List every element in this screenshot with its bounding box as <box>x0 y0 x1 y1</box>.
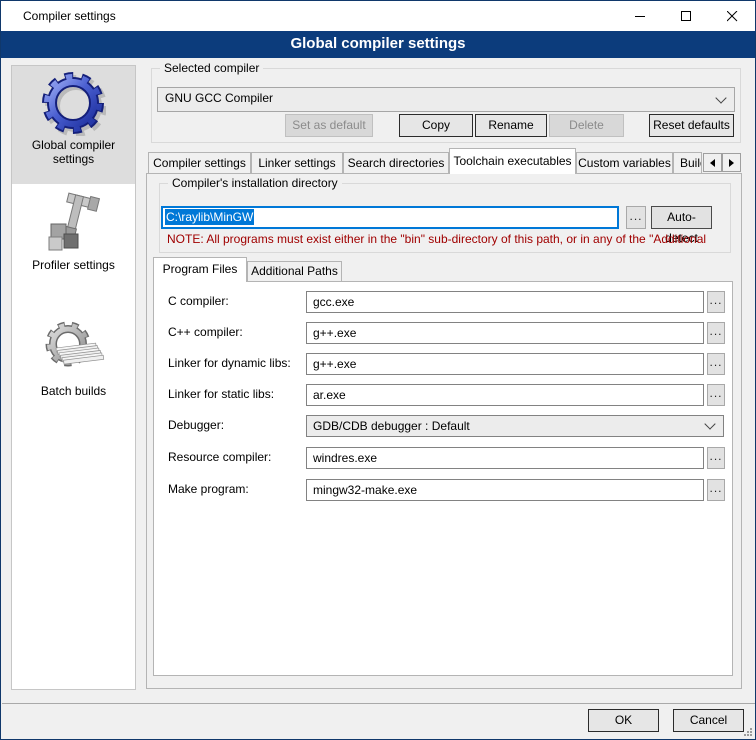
cpp-compiler-browse-button[interactable]: ... <box>707 322 725 344</box>
debugger-select-value: GDB/CDB debugger : Default <box>313 419 470 433</box>
tab-build-options[interactable]: Build options <box>673 152 702 173</box>
compiler-select[interactable]: GNU GCC Compiler <box>157 87 735 112</box>
close-icon <box>727 11 738 22</box>
resource-compiler-browse-button[interactable]: ... <box>707 447 725 469</box>
set-as-default-button[interactable]: Set as default <box>285 114 373 137</box>
installation-directory-group-label: Compiler's installation directory <box>168 176 342 190</box>
title-bar[interactable]: Compiler settings <box>1 1 755 31</box>
minimize-button[interactable] <box>617 1 663 31</box>
compiler-select-value: GNU GCC Compiler <box>165 91 273 105</box>
dynamic-linker-browse-button[interactable]: ... <box>707 353 725 375</box>
static-linker-browse-button[interactable]: ... <box>707 384 725 406</box>
form-row-c-compiler: C compiler: gcc.exe ... <box>154 291 732 314</box>
program-files-panel: C compiler: gcc.exe ... C++ compiler: g+… <box>153 281 733 676</box>
field-label: C compiler: <box>168 294 229 308</box>
installation-directory-input[interactable]: C:\raylib\MinGW <box>161 206 619 229</box>
copy-button[interactable]: Copy <box>399 114 473 137</box>
tab-custom-variables[interactable]: Custom variables <box>576 152 673 173</box>
sidebar-item-global-compiler-settings[interactable]: Global compiler settings <box>12 66 135 184</box>
sidebar-item-batch-builds[interactable]: Batch builds <box>12 314 135 414</box>
footer-divider <box>2 703 756 704</box>
field-label: C++ compiler: <box>168 325 243 339</box>
field-label: Resource compiler: <box>168 450 271 464</box>
reset-defaults-button[interactable]: Reset defaults <box>649 114 734 137</box>
browse-directory-button[interactable]: ... <box>626 206 646 229</box>
form-row-make-program: Make program: mingw32-make.exe ... <box>154 479 732 502</box>
tab-compiler-settings[interactable]: Compiler settings <box>148 152 251 173</box>
cpp-compiler-input[interactable]: g++.exe <box>306 322 704 344</box>
settings-category-sidebar: Global compiler settings Profiler settin… <box>11 65 136 690</box>
dynamic-linker-input[interactable]: g++.exe <box>306 353 704 375</box>
field-label: Make program: <box>168 482 249 496</box>
tab-toolchain-executables[interactable]: Toolchain executables <box>449 148 576 174</box>
sidebar-item-label: Global compiler settings <box>12 138 135 166</box>
subtab-additional-paths[interactable]: Additional Paths <box>247 261 342 282</box>
chevron-down-icon <box>715 92 726 103</box>
form-row-dynamic-linker: Linker for dynamic libs: g++.exe ... <box>154 353 732 376</box>
resource-compiler-input[interactable]: windres.exe <box>306 447 704 469</box>
subtab-program-files[interactable]: Program Files <box>153 257 247 282</box>
tab-linker-settings[interactable]: Linker settings <box>251 152 343 173</box>
arrow-left-icon <box>710 159 715 167</box>
installation-directory-value: C:\raylib\MinGW <box>165 209 254 225</box>
caliper-icon <box>42 192 106 256</box>
selected-compiler-group-label: Selected compiler <box>160 61 263 75</box>
make-program-browse-button[interactable]: ... <box>707 479 725 501</box>
close-button[interactable] <box>709 1 755 31</box>
tab-search-directories[interactable]: Search directories <box>343 152 449 173</box>
c-compiler-input[interactable]: gcc.exe <box>306 291 704 313</box>
form-row-cpp-compiler: C++ compiler: g++.exe ... <box>154 322 732 345</box>
sidebar-item-label: Batch builds <box>12 384 135 398</box>
form-row-debugger: Debugger: GDB/CDB debugger : Default <box>154 415 732 438</box>
sidebar-item-label: Profiler settings <box>12 258 135 272</box>
delete-button[interactable]: Delete <box>549 114 624 137</box>
field-label: Debugger: <box>168 418 224 432</box>
cancel-button[interactable]: Cancel <box>673 709 744 732</box>
maximize-button[interactable] <box>663 1 709 31</box>
tab-scroll-left-button[interactable] <box>703 153 722 172</box>
chevron-down-icon <box>704 418 715 429</box>
resize-grip[interactable] <box>743 727 753 737</box>
ok-button[interactable]: OK <box>588 709 659 732</box>
compiler-settings-dialog: Compiler settings Global compiler settin… <box>0 0 756 740</box>
rename-button[interactable]: Rename <box>475 114 547 137</box>
page-title: Global compiler settings <box>1 31 755 58</box>
field-label: Linker for dynamic libs: <box>168 356 291 370</box>
static-linker-input[interactable]: ar.exe <box>306 384 704 406</box>
tab-scroll-right-button[interactable] <box>722 153 741 172</box>
window-title: Compiler settings <box>23 9 116 23</box>
installation-directory-note: NOTE: All programs must exist either in … <box>167 232 740 246</box>
auto-detect-button[interactable]: Auto-detect <box>651 206 712 229</box>
maximize-icon <box>681 11 692 22</box>
make-program-input[interactable]: mingw32-make.exe <box>306 479 704 501</box>
form-row-static-linker: Linker for static libs: ar.exe ... <box>154 384 732 407</box>
minimize-icon <box>635 11 646 22</box>
form-row-resource-compiler: Resource compiler: windres.exe ... <box>154 447 732 470</box>
c-compiler-browse-button[interactable]: ... <box>707 291 725 313</box>
arrow-right-icon <box>729 159 734 167</box>
blue-gear-icon <box>42 72 106 136</box>
debugger-select[interactable]: GDB/CDB debugger : Default <box>306 415 724 437</box>
field-label: Linker for static libs: <box>168 387 274 401</box>
sidebar-item-profiler-settings[interactable]: Profiler settings <box>12 188 135 288</box>
gear-stack-icon <box>42 318 106 382</box>
